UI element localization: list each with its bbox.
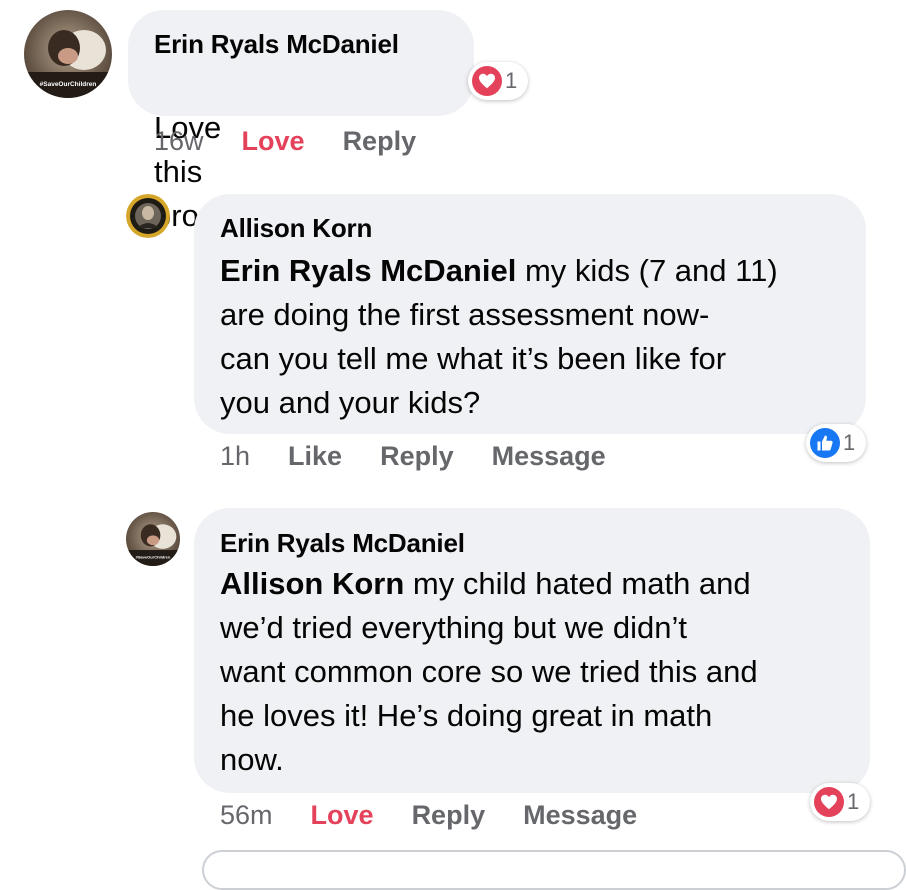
- comment-actions: 56m Love Reply Message: [220, 800, 637, 831]
- avatar[interactable]: #SaveOurChildren: [24, 10, 112, 98]
- avatar[interactable]: #SaveOurChildren: [126, 512, 180, 566]
- reply-button[interactable]: Reply: [412, 800, 486, 831]
- comment-timestamp[interactable]: 1h: [220, 441, 250, 472]
- avatar-image: #SaveOurChildren: [126, 512, 180, 566]
- avatar-badge-text: #SaveOurChildren: [40, 81, 97, 88]
- message-button[interactable]: Message: [492, 441, 606, 472]
- reaction-badge[interactable]: 1: [810, 783, 870, 821]
- avatar-badge-text: #SaveOurChildren: [136, 555, 171, 560]
- avatar-image: [126, 194, 170, 238]
- reaction-badge[interactable]: 1: [468, 62, 528, 100]
- avatar[interactable]: [126, 194, 170, 238]
- reaction-count: 1: [505, 68, 518, 93]
- reply-input-box[interactable]: [202, 850, 906, 890]
- reaction-count: 1: [843, 430, 856, 455]
- comment-author[interactable]: Erin Ryals McDaniel: [154, 29, 399, 60]
- love-button[interactable]: Love: [242, 126, 305, 157]
- comment-author[interactable]: Erin Ryals McDaniel: [220, 528, 465, 559]
- mention-link[interactable]: Erin Ryals McDaniel: [220, 253, 516, 288]
- heart-icon: [814, 787, 844, 817]
- comment-actions: 16w Love Reply: [154, 126, 416, 157]
- message-button[interactable]: Message: [523, 800, 637, 831]
- mention-link[interactable]: Allison Korn: [220, 566, 404, 601]
- comment-actions: 1h Like Reply Message: [220, 441, 606, 472]
- comment-timestamp[interactable]: 56m: [220, 800, 273, 831]
- thumbs-up-icon: [810, 428, 840, 458]
- comment-timestamp[interactable]: 16w: [154, 126, 204, 157]
- reply-button[interactable]: Reply: [343, 126, 417, 157]
- like-button[interactable]: Like: [288, 441, 342, 472]
- avatar-image: #SaveOurChildren: [24, 10, 112, 98]
- comment-text: Erin Ryals McDaniel my kids (7 and 11) a…: [220, 249, 840, 425]
- heart-icon: [472, 66, 502, 96]
- love-button[interactable]: Love: [311, 800, 374, 831]
- reply-button[interactable]: Reply: [380, 441, 454, 472]
- reaction-count: 1: [847, 789, 860, 814]
- comment-author[interactable]: Allison Korn: [220, 213, 372, 244]
- reaction-badge[interactable]: 1: [806, 424, 866, 462]
- comment-text: Allison Korn my child hated math and we’…: [220, 562, 860, 782]
